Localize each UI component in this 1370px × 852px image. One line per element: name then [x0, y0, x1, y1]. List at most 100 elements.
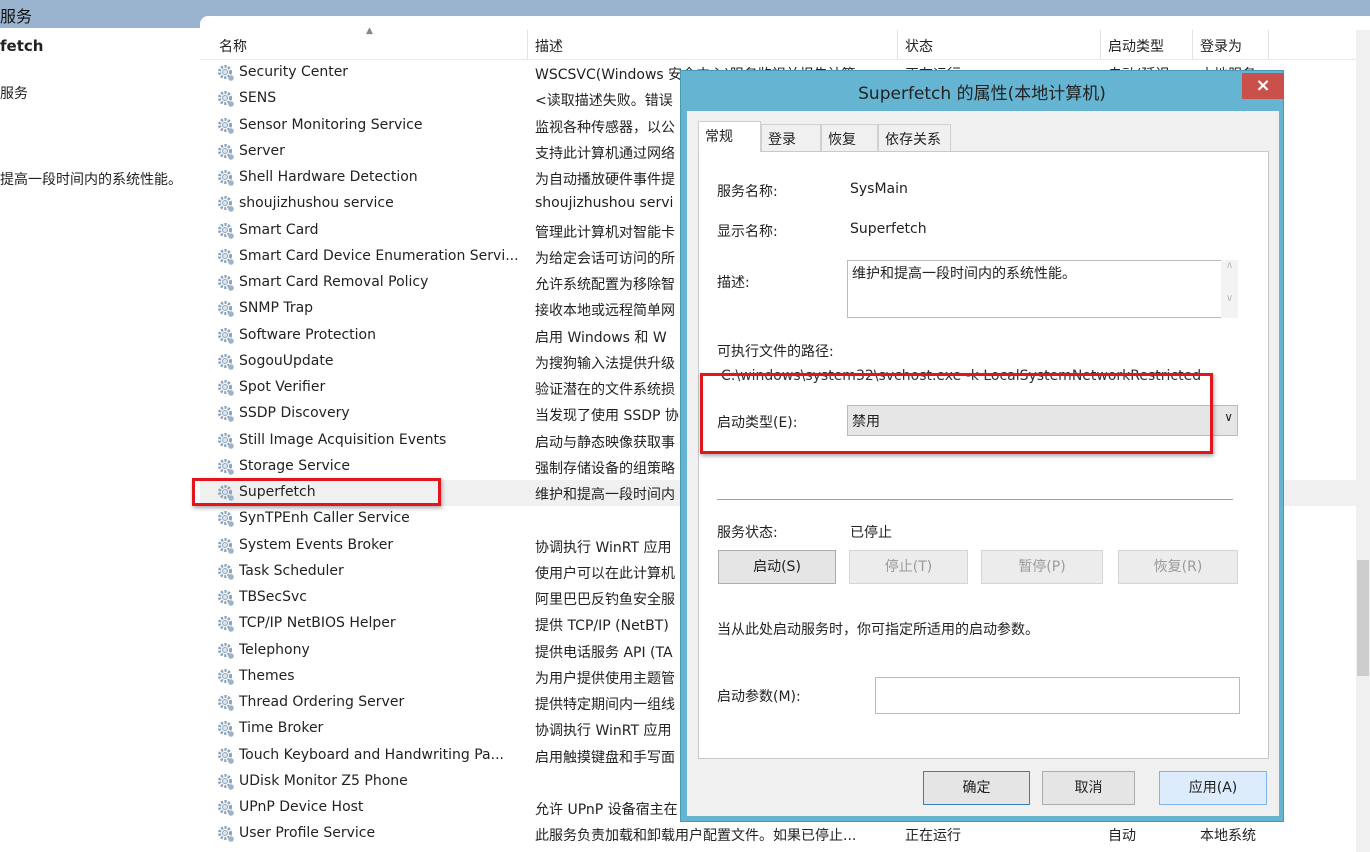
tab-dependencies[interactable]: 依存关系 [878, 124, 951, 151]
service-startup-type: 自动 [1108, 828, 1136, 845]
start-params-input[interactable] [875, 677, 1240, 714]
tab-recovery[interactable]: 恢复 [821, 124, 878, 151]
pause-button[interactable]: 暂停(P) [981, 550, 1103, 584]
close-button[interactable]: × [1242, 73, 1284, 99]
service-gear-icon [217, 143, 235, 161]
service-status: 正在运行 [905, 828, 961, 845]
service-gear-icon [217, 274, 235, 292]
service-name: Storage Service [239, 457, 350, 474]
service-name: TCP/IP NetBIOS Helper [239, 615, 396, 632]
service-gear-icon [217, 773, 235, 791]
service-gear-icon [217, 300, 235, 318]
service-gear-icon [217, 825, 235, 843]
service-name: User Profile Service [239, 825, 376, 842]
column-startup-type[interactable]: 启动类型 [1108, 36, 1164, 56]
resume-button[interactable]: 恢复(R) [1118, 550, 1238, 584]
service-name: SENS [239, 90, 277, 107]
service-description: 此服务负责加载和卸载用户配置文件。如果已停止... [535, 828, 857, 845]
service-gear-icon [217, 563, 235, 581]
start-params-label: 启动参数(M): [717, 689, 801, 705]
service-name-value: SysMain [850, 181, 908, 197]
service-name: TBSecSvc [239, 589, 307, 605]
service-name: Task Scheduler [239, 562, 344, 579]
display-name-label: 显示名称: [717, 224, 778, 240]
service-name: Security Center [239, 64, 349, 80]
service-gear-icon [217, 642, 235, 660]
service-name: Shell Hardware Detection [239, 169, 418, 185]
description-textbox[interactable]: 维护和提高一段时间内的系统性能。 [847, 260, 1238, 318]
service-name: Software Protection [239, 326, 376, 343]
service-name: SNMP Trap [239, 300, 314, 317]
service-gear-icon [217, 117, 235, 135]
apply-button[interactable]: 应用(A) [1159, 771, 1267, 805]
divider [717, 499, 1233, 500]
service-gear-icon [217, 510, 235, 528]
service-gear-icon [217, 353, 235, 371]
service-name: UDisk Monitor Z5 Phone [239, 772, 408, 789]
service-gear-icon [217, 432, 235, 450]
service-gear-icon [217, 799, 235, 817]
description-scrollbar[interactable]: ∧ ∨ [1221, 260, 1238, 318]
service-name: Still Image Acquisition Events [239, 431, 447, 448]
service-gear-icon [217, 747, 235, 765]
tab-logon[interactable]: 登录 [761, 124, 821, 151]
service-gear-icon [217, 248, 235, 266]
service-logon: 本地系统 [1200, 828, 1256, 845]
service-gear-icon [217, 615, 235, 633]
service-name: Touch Keyboard and Handwriting Pa... [239, 746, 504, 763]
left-pane: fetch 服务 提高一段时间内的系统性能。 [0, 28, 200, 852]
service-gear-icon [217, 195, 235, 213]
service-gear-icon [217, 589, 235, 607]
column-name[interactable]: 名称 [219, 36, 247, 56]
service-name: SogouUpdate [239, 352, 334, 369]
status-label: 服务状态: [717, 525, 778, 541]
service-name: Time Broker [239, 720, 324, 737]
start-params-hint: 当从此处启动服务时，你可指定所适用的启动参数。 [717, 622, 1039, 638]
highlight-box-startup-type [700, 373, 1213, 454]
start-button[interactable]: 启动(S) [718, 550, 836, 584]
scrollbar-thumb[interactable] [1357, 560, 1369, 676]
service-gear-icon [217, 64, 235, 82]
column-description[interactable]: 描述 [535, 36, 563, 56]
selected-service-name: fetch [0, 37, 44, 55]
service-gear-icon [217, 458, 235, 476]
service-name: Smart Card [239, 221, 319, 238]
highlight-box-superfetch [192, 478, 441, 506]
column-logon-as[interactable]: 登录为 [1200, 36, 1242, 56]
window-title: 服务 [0, 7, 33, 26]
service-gear-icon [217, 222, 235, 240]
service-name: Server [239, 142, 285, 159]
service-name: Sensor Monitoring Service [239, 116, 423, 133]
service-name: Thread Ordering Server [239, 694, 405, 710]
column-status[interactable]: 状态 [905, 36, 933, 56]
cancel-button[interactable]: 取消 [1042, 771, 1135, 805]
description-label: 描述: [717, 275, 750, 291]
service-name: Themes [239, 667, 295, 684]
service-gear-icon [217, 537, 235, 555]
service-gear-icon [217, 379, 235, 397]
service-gear-icon [217, 169, 235, 187]
service-link[interactable]: 服务 [0, 83, 28, 103]
scroll-down-icon: ∨ [1225, 293, 1234, 304]
tab-general[interactable]: 常规 [698, 121, 761, 152]
list-scrollbar[interactable] [1356, 30, 1370, 852]
stop-button[interactable]: 停止(T) [849, 550, 968, 584]
ok-button[interactable]: 确定 [923, 771, 1030, 805]
status-value: 已停止 [850, 525, 892, 541]
service-name: System Events Broker [239, 536, 394, 553]
service-gear-icon [217, 327, 235, 345]
service-name: Smart Card Removal Policy [239, 274, 429, 290]
service-name: SSDP Discovery [239, 405, 350, 422]
service-name-label: 服务名称: [717, 184, 778, 200]
service-name: shoujizhushou service [239, 195, 394, 212]
service-name: Spot Verifier [239, 379, 326, 395]
service-name: UPnP Device Host [239, 799, 364, 815]
path-label: 可执行文件的路径: [717, 344, 834, 360]
selected-service-description: 提高一段时间内的系统性能。 [0, 172, 182, 188]
sort-ascending-icon: ▲ [366, 26, 373, 36]
service-gear-icon [217, 720, 235, 738]
service-row[interactable]: User Profile Service 此服务负责加载和卸载用户配置文件。如果已… [200, 821, 1360, 847]
service-gear-icon [217, 90, 235, 108]
service-gear-icon [217, 405, 235, 423]
service-name: Telephony [239, 641, 310, 658]
